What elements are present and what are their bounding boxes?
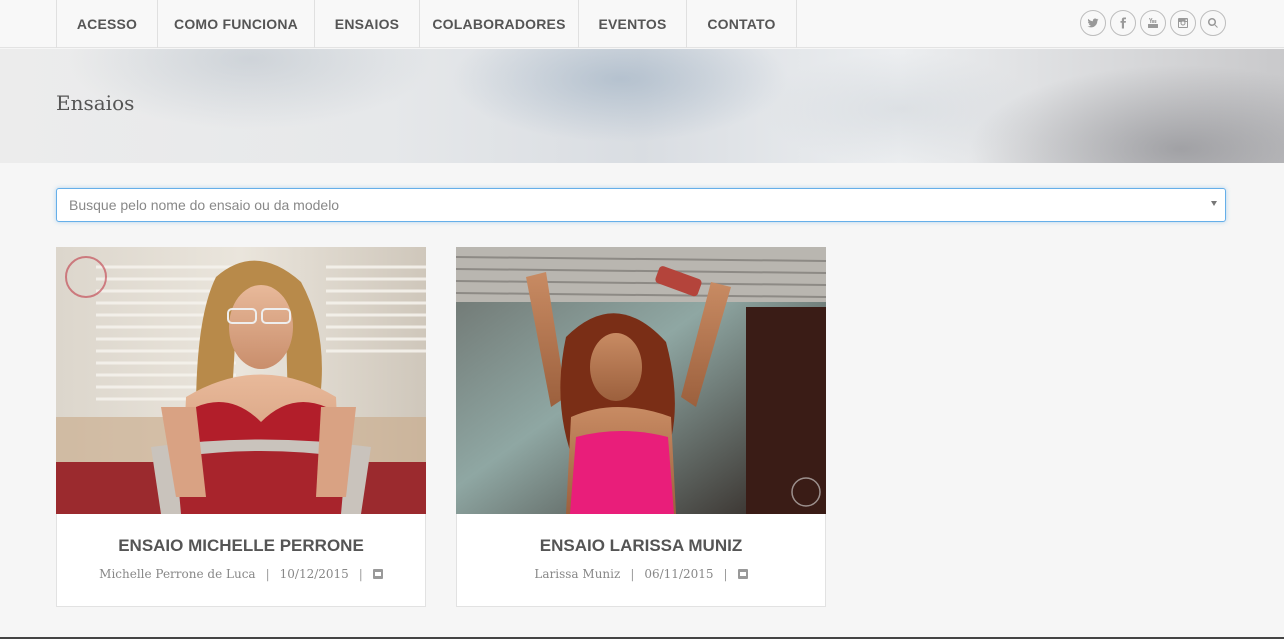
search-select[interactable] [56,188,1226,222]
nav-item-eventos[interactable]: EVENTOS [579,0,687,48]
instagram-icon[interactable] [1170,10,1196,36]
page-title: Ensaios [56,91,135,115]
social-links [1080,10,1226,36]
essay-card[interactable]: ENSAIO LARISSA MUNIZ Larissa Muniz | 06/… [456,247,826,607]
nav-item-acesso[interactable]: ACESSO [57,0,158,48]
meta-separator: | [358,567,363,581]
search-input[interactable] [57,189,1225,221]
main-menu: ACESSO COMO FUNCIONA ENSAIOS COLABORADOR… [56,0,797,48]
model-name: Michelle Perrone de Luca [99,567,256,581]
essay-photo[interactable] [56,247,426,514]
chevron-down-icon[interactable] [1211,201,1217,206]
album-icon[interactable] [737,569,748,579]
nav-item-ensaios[interactable]: ENSAIOS [315,0,420,48]
essay-date: 06/11/2015 [644,567,714,581]
essay-card[interactable]: ENSAIO MICHELLE PERRONE Michelle Perrone… [56,247,426,607]
meta-separator: | [265,567,270,581]
hero-banner: Ensaios [0,49,1284,163]
facebook-icon[interactable] [1110,10,1136,36]
model-name: Larissa Muniz [534,567,621,581]
essay-meta: Michelle Perrone de Luca | 10/12/2015 | [57,567,425,581]
youtube-icon[interactable] [1140,10,1166,36]
nav-item-colaboradores[interactable]: COLABORADORES [420,0,579,48]
search-icon[interactable] [1200,10,1226,36]
essay-meta: Larissa Muniz | 06/11/2015 | [457,567,825,581]
essay-photo[interactable] [456,247,826,514]
album-icon[interactable] [372,569,383,579]
twitter-icon[interactable] [1080,10,1106,36]
nav-item-contato[interactable]: CONTATO [687,0,797,48]
essay-date: 10/12/2015 [279,567,349,581]
essay-title[interactable]: ENSAIO MICHELLE PERRONE [57,536,425,556]
nav-item-como-funciona[interactable]: COMO FUNCIONA [158,0,315,48]
essay-title[interactable]: ENSAIO LARISSA MUNIZ [457,536,825,556]
meta-separator: | [630,567,635,581]
top-navbar: ACESSO COMO FUNCIONA ENSAIOS COLABORADOR… [0,0,1284,48]
meta-separator: | [723,567,728,581]
